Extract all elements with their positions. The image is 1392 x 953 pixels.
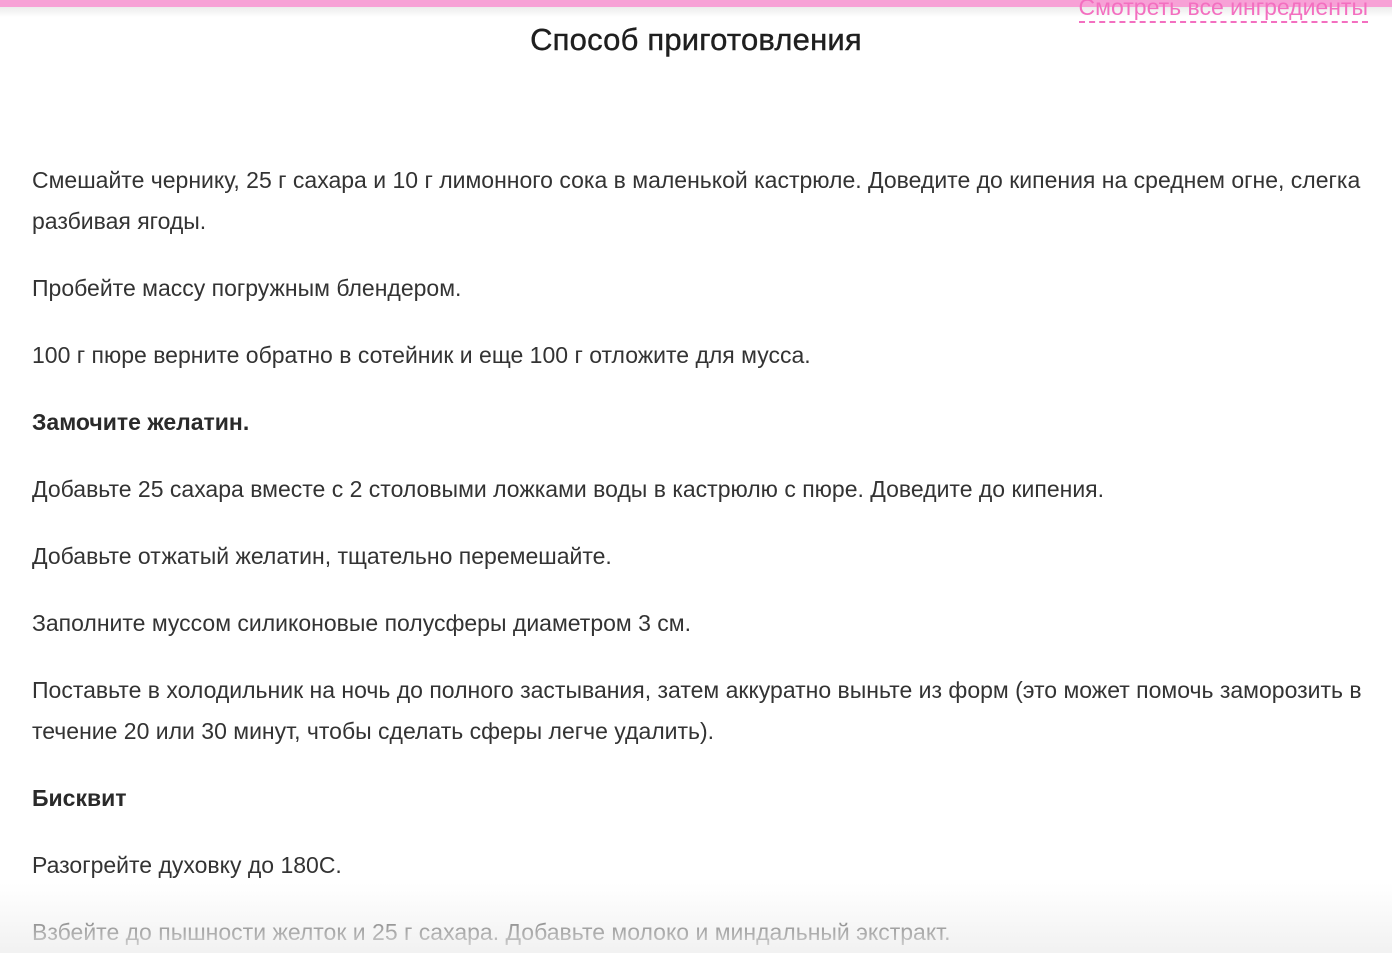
- step-text: Заполните муссом силиконовые полусферы д…: [32, 610, 692, 636]
- step-text: Смешайте чернику, 25 г сахара и 10 г лим…: [32, 167, 1361, 234]
- step-text: 100 г пюре верните обратно в сотейник и …: [32, 342, 811, 368]
- recipe-method-page: Смотреть все ингредиенты Способ приготов…: [0, 0, 1392, 953]
- step-text: Добавьте отжатый желатин, тщательно пере…: [32, 543, 612, 569]
- section-subheading-biscuit: Бисквит: [32, 785, 127, 811]
- step-text: Взбейте до пышности желток и 25 г сахара…: [32, 919, 951, 945]
- step-text: Поставьте в холодильник на ночь до полно…: [32, 677, 1362, 744]
- method-steps: Смешайте чернику, 25 г сахара и 10 г лим…: [32, 160, 1372, 953]
- all-ingredients-link[interactable]: Смотреть все ингредиенты: [1078, 0, 1368, 23]
- step-text: Разогрейте духовку до 180С.: [32, 852, 342, 878]
- section-title: Способ приготовления: [530, 22, 862, 57]
- step-text: Добавьте 25 сахара вместе с 2 столовыми …: [32, 476, 1105, 502]
- step-text: Пробейте массу погружным блендером.: [32, 275, 462, 301]
- step-subheading: Замочите желатин.: [32, 409, 250, 435]
